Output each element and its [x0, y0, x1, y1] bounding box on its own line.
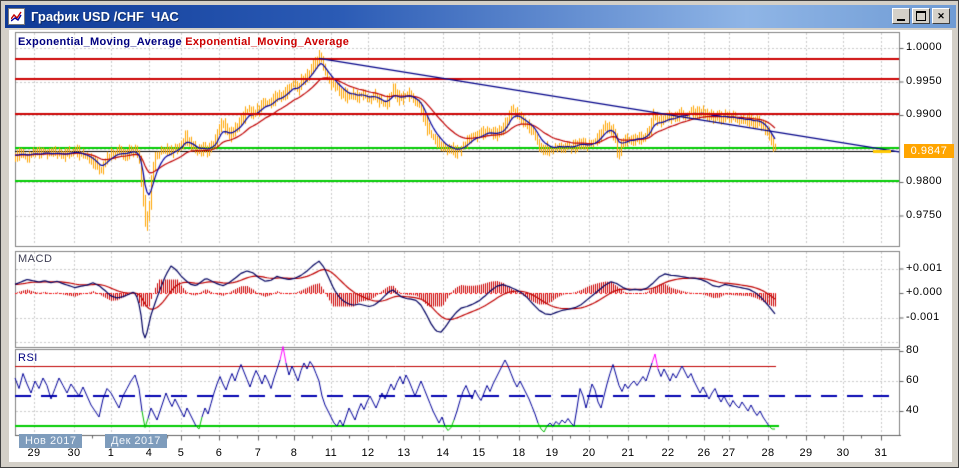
- time-axis-label: 8: [290, 447, 298, 459]
- price-axis-label: 0.9750: [906, 208, 943, 221]
- time-axis-label: 20: [582, 447, 596, 459]
- time-axis-label: 7: [254, 447, 262, 459]
- time-axis-label: 11: [324, 447, 338, 459]
- window-title: График USD /CHF ЧАС: [31, 9, 179, 24]
- window-frame: График USD /CHF ЧАС ✕ Exponential_Moving…: [0, 0, 959, 468]
- maximize-button[interactable]: [912, 8, 930, 24]
- time-axis-label: 12: [361, 447, 375, 459]
- time-axis-label: 27: [722, 447, 736, 459]
- minimize-icon: [897, 18, 905, 21]
- time-axis-label: 21: [621, 447, 635, 459]
- rsi-pane-label: RSI: [18, 352, 38, 364]
- time-axis-label: 26: [697, 447, 711, 459]
- price-axis-label: 1.0000: [906, 41, 943, 53]
- time-axis-label: 22: [661, 447, 675, 459]
- macd-pane-label: MACD: [18, 253, 53, 265]
- current-price-badge: 0.9847: [904, 143, 954, 158]
- time-axis-label: 29: [27, 447, 41, 459]
- legend-ema-blue: Exponential_Moving_Average: [18, 36, 182, 48]
- time-axis-label: 28: [761, 447, 775, 459]
- macd-axis-label: -0.001: [906, 310, 940, 323]
- time-axis-label: 29: [799, 447, 813, 459]
- time-axis-label: 30: [836, 447, 850, 459]
- time-axis-label: 4: [145, 447, 153, 459]
- price-axis-label: 0.9950: [906, 74, 943, 87]
- rsi-axis-label: 40: [906, 404, 920, 416]
- title-bar[interactable]: График USD /CHF ЧАС ✕: [5, 5, 956, 28]
- price-axis-label: 0.9800: [906, 175, 943, 187]
- time-axis-label: 15: [472, 447, 486, 459]
- indicator-legend: Exponential_Moving_Average Exponential_M…: [18, 36, 349, 48]
- time-axis-label: 5: [177, 447, 185, 459]
- time-axis-label: 31: [874, 447, 888, 459]
- rsi-axis-label: 80: [906, 344, 920, 356]
- app-icon: [8, 8, 25, 25]
- minimize-button[interactable]: [892, 8, 910, 24]
- time-axis-label: 18: [512, 447, 526, 459]
- macd-axis-label: +0.001: [906, 261, 943, 274]
- close-button[interactable]: ✕: [932, 8, 950, 24]
- time-axis-label: 19: [545, 447, 559, 459]
- month-badge-1: Дек 2017: [105, 434, 167, 448]
- maximize-icon: [916, 11, 926, 21]
- time-axis-label: 1: [107, 447, 115, 459]
- legend-ema-red: Exponential_Moving_Average: [185, 36, 350, 48]
- time-axis-label: 14: [436, 447, 450, 459]
- time-axis-label: 6: [215, 447, 223, 459]
- rsi-axis-label: 60: [906, 374, 920, 386]
- close-icon: ✕: [937, 10, 945, 21]
- time-axis-label: 13: [397, 447, 411, 459]
- macd-axis-label: +0.000: [906, 286, 943, 298]
- chart-canvas[interactable]: [1, 1, 958, 467]
- time-axis-label: 30: [67, 447, 81, 459]
- month-badge-0: Нов 2017: [19, 434, 83, 448]
- price-axis-label: 0.9900: [906, 108, 943, 120]
